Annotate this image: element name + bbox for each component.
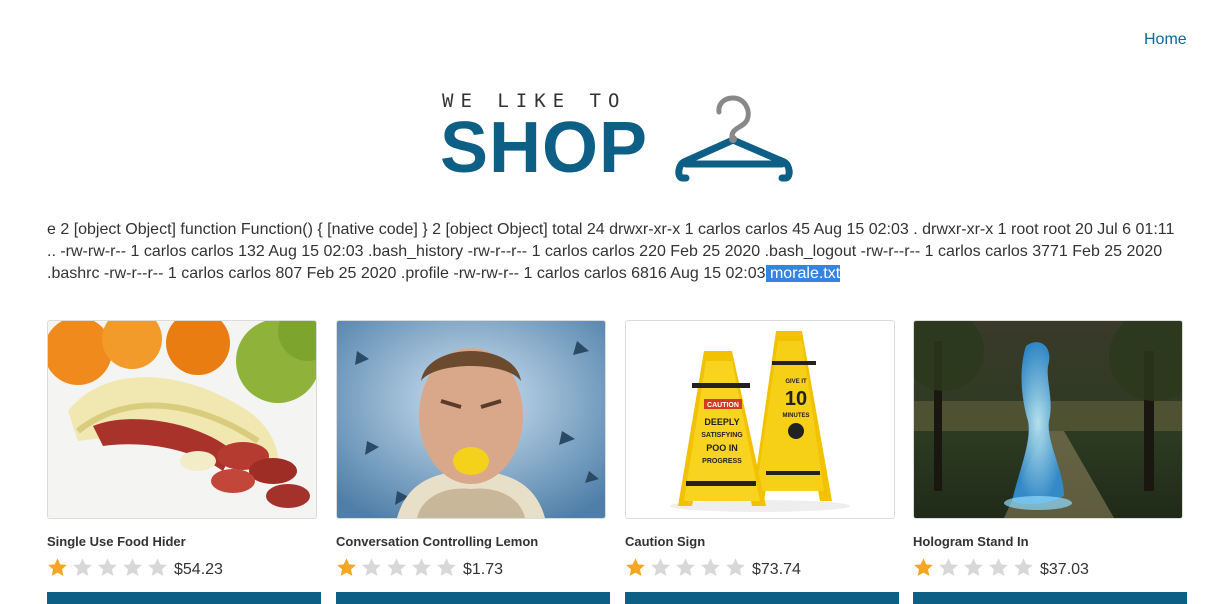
sign-line-text: POO IN [706,443,738,453]
product-card: Conversation Controlling Lemon $1.73 [336,320,610,604]
logo-wordmark: SHOP [440,108,649,188]
view-details-button[interactable] [625,592,899,604]
command-output-text: e 2 [object Object] function Function() … [47,221,1175,282]
product-card: Single Use Food Hider $54.23 [47,320,321,604]
star-empty-icon [387,557,406,576]
star-empty-icon [437,557,456,576]
product-image[interactable]: CAUTION DEEPLY SATISFYING POO IN PROGRES… [625,320,895,519]
star-filled-icon [337,557,356,576]
product-name[interactable]: Conversation Controlling Lemon [336,534,608,549]
star-empty-icon [123,557,142,576]
star-empty-icon [939,557,958,576]
product-name[interactable]: Caution Sign [625,534,897,549]
product-rating: $1.73 [336,555,608,579]
product-image[interactable] [47,320,317,519]
product-name[interactable]: Hologram Stand In [913,534,1185,549]
hanger-icon [675,95,793,182]
star-empty-icon [73,557,92,576]
command-output: e 2 [object Object] function Function() … [47,219,1187,285]
product-rating: $37.03 [913,555,1185,579]
product-price: $1.73 [463,561,504,578]
star-empty-icon [148,557,167,576]
star-empty-icon [98,557,117,576]
view-details-button[interactable] [913,592,1187,604]
view-details-button[interactable] [47,592,321,604]
star-empty-icon [676,557,695,576]
product-rating: $73.74 [625,555,897,579]
sign-line-text: GIVE IT [785,379,807,385]
star-filled-icon [914,557,933,576]
selected-filename[interactable]: morale.txt [765,265,841,282]
star-empty-icon [1014,557,1033,576]
star-filled-icon [626,557,645,576]
product-card: CAUTION DEEPLY SATISFYING POO IN PROGRES… [625,320,899,604]
sign-line-text: SATISFYING [701,432,743,439]
product-rating: $54.23 [47,555,319,579]
product-name[interactable]: Single Use Food Hider [47,534,319,549]
product-card: Hologram Stand In $37.03 [913,320,1187,604]
star-empty-icon [362,557,381,576]
home-link[interactable]: Home [1144,31,1187,49]
star-empty-icon [726,557,745,576]
product-image[interactable] [913,320,1183,519]
product-price: $54.23 [174,561,223,578]
product-price: $73.74 [752,561,801,578]
view-details-button[interactable] [336,592,610,604]
star-empty-icon [989,557,1008,576]
sign-caution-text: CAUTION [707,402,739,409]
star-empty-icon [651,557,670,576]
star-filled-icon [48,557,67,576]
sign-line-text: 10 [785,388,807,410]
product-price: $37.03 [1040,561,1089,578]
star-empty-icon [412,557,431,576]
sign-line-text: MINUTES [783,413,810,419]
star-empty-icon [701,557,720,576]
site-logo[interactable]: WE LIKE TO SHOP [440,90,800,185]
star-empty-icon [964,557,983,576]
sign-line-text: PROGRESS [702,458,742,465]
sign-line-text: DEEPLY [704,417,739,427]
product-image[interactable] [336,320,606,519]
